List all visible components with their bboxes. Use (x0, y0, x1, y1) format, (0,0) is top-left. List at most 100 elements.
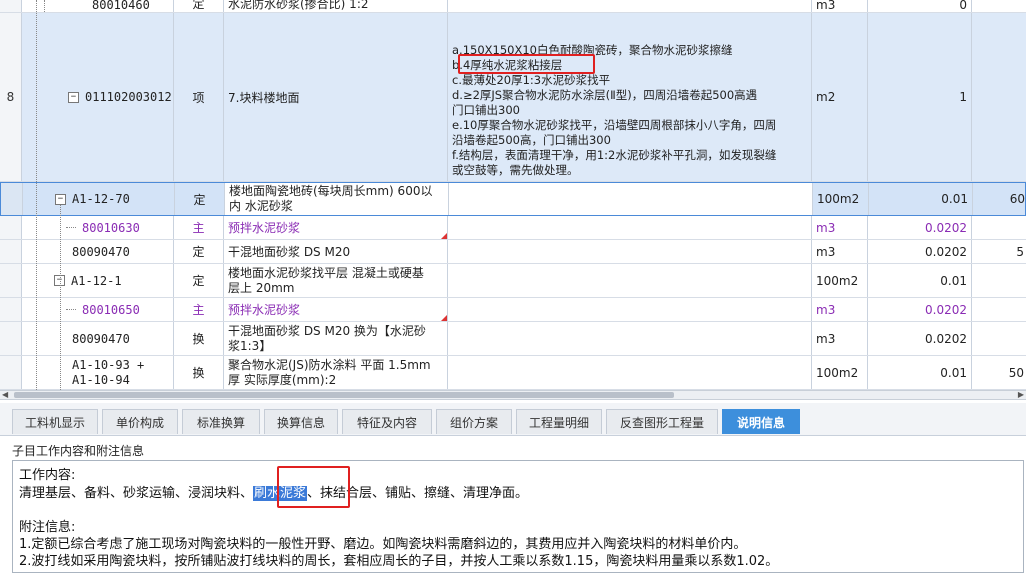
tab-features[interactable]: 特征及内容 (342, 409, 432, 434)
tab-pricing-plan[interactable]: 组价方案 (436, 409, 512, 434)
tab-unit-price[interactable]: 单价构成 (102, 409, 178, 434)
name-cell: 水泥防水砂浆(掺合比) 1:2 (224, 0, 448, 12)
panel-title: 子目工作内容和附注信息 (12, 444, 145, 458)
feature-cell[interactable] (449, 183, 813, 215)
code-cell: − 011102003012 (22, 13, 174, 181)
type-cell: 换 (174, 322, 224, 355)
tab-conversion-info[interactable]: 换算信息 (264, 409, 338, 434)
unit-cell: 100m2 (812, 264, 868, 297)
comment-marker-icon (441, 233, 447, 239)
row-number (0, 264, 22, 297)
table-row-selected[interactable]: − A1-12-70 定 楼地面陶瓷地砖(每块周长mm) 600以内 水泥砂浆 … (0, 182, 1026, 216)
price-cell: 60 (1009, 192, 1025, 206)
feature-cell: a.150X150X10白色耐酸陶瓷砖，聚合物水泥砂浆擦缝 b.4厚纯水泥浆粘接… (448, 13, 812, 181)
row-number (0, 0, 22, 12)
row-number (1, 183, 23, 215)
unit-cell: m3 (812, 322, 868, 355)
table-row[interactable]: A1-10-93 + A1-10-94 换 聚合物水泥(JS)防水涂料 平面 1.… (0, 356, 1026, 390)
tab-description[interactable]: 说明信息 (722, 409, 800, 434)
quota-grid[interactable]: 80010460 定 水泥防水砂浆(掺合比) 1:2 m3 0 8 − 0111… (0, 0, 1026, 390)
price-cell (972, 298, 1026, 321)
tree-guide-line (60, 205, 61, 390)
unit-cell: m2 (812, 13, 868, 181)
note-line: 2.波打线如采用陶瓷块料，按所铺贴波打线块料的周长，套相应周长的子目，并按人工乘… (19, 554, 779, 569)
quantity-cell: 0.0202 (868, 322, 972, 355)
scroll-left-icon[interactable]: ◀ (2, 390, 8, 399)
scrollbar-thumb[interactable] (14, 392, 674, 398)
feature-line: 或空鼓等，需先做处理。 (452, 163, 579, 177)
quantity-cell: 0.0202 (868, 216, 972, 239)
feature-line: 门口铺出300 (452, 103, 520, 117)
scroll-right-icon[interactable]: ▶ (1018, 390, 1024, 399)
comment-marker-icon (441, 315, 447, 321)
feature-cell (448, 322, 812, 355)
table-row[interactable]: − A1-12-1 定 楼地面水泥砂浆找平层 混凝土或硬基 层上 20mm 100… (0, 264, 1026, 298)
quantity-cell: 0.01 (868, 356, 972, 389)
row-number: 8 (0, 13, 22, 181)
tab-standard-conversion[interactable]: 标准换算 (182, 409, 260, 434)
price-cell (972, 216, 1026, 239)
horizontal-scrollbar[interactable]: ◀ ▶ (0, 390, 1026, 400)
quantity-cell: 0.01 (868, 264, 972, 297)
name-cell: 楼地面陶瓷地砖(每块周长mm) 600以内 水泥砂浆 (225, 183, 449, 215)
feature-cell (448, 216, 812, 239)
work-heading: 工作内容: (19, 468, 76, 483)
collapse-toggle-icon[interactable]: − (55, 193, 66, 205)
table-row[interactable]: 80010460 定 水泥防水砂浆(掺合比) 1:2 m3 0 (0, 0, 1026, 13)
feature-cell (448, 356, 812, 389)
unit-cell: 100m2 (813, 183, 869, 215)
price-cell: 50 (1008, 365, 1024, 380)
code-cell: 80090470 (22, 322, 174, 355)
table-row[interactable]: 80090470 换 干混地面砂浆 DS M20 换为【水泥砂 浆1:3】 m3 … (0, 322, 1026, 356)
name-cell: 干混地面砂浆 DS M20 (224, 240, 448, 263)
row-number (0, 240, 22, 263)
type-cell: 定 (174, 240, 224, 263)
table-row[interactable]: 80090470 定 干混地面砂浆 DS M20 m3 0.0202 5 (0, 240, 1026, 264)
type-cell: 主 (174, 298, 224, 321)
tree-guide-line (44, 0, 45, 12)
unit-cell: m3 (812, 298, 868, 321)
description-textarea[interactable]: 工作内容: 清理基层、备料、砂浆运输、浸润块料、刷水泥浆、抹结合层、铺贴、擦缝、… (12, 460, 1024, 573)
row-number (0, 356, 22, 389)
row-number (0, 216, 22, 239)
feature-cell (448, 240, 812, 263)
table-row-item-8[interactable]: 8 − 011102003012 项 7.块料楼地面 a.150X150X10白… (0, 13, 1026, 182)
quantity-cell: 0.0202 (868, 240, 972, 263)
annotation-highlight-box (277, 466, 350, 508)
tab-quantity-detail[interactable]: 工程量明细 (516, 409, 602, 434)
type-cell: 换 (174, 356, 224, 389)
name-cell: 干混地面砂浆 DS M20 换为【水泥砂 浆1:3】 (224, 322, 448, 355)
bottom-tab-bar: 工料机显示 单价构成 标准换算 换算信息 特征及内容 组价方案 工程量明细 反查… (0, 403, 1026, 436)
table-row[interactable]: 80010650 主 预拌水泥砂浆 m3 0.0202 (0, 298, 1026, 322)
tree-connector (66, 309, 76, 310)
type-cell: 主 (174, 216, 224, 239)
price-cell (972, 322, 1026, 355)
feature-line: e.10厚聚合物水泥砂浆找平，沿墙壁四周根部抹小八字角，四周 (452, 118, 777, 132)
tab-labor-material[interactable]: 工料机显示 (12, 409, 98, 434)
name-cell: 预拌水泥砂浆 (224, 298, 448, 321)
unit-cell: 100m2 (812, 356, 868, 389)
price-cell: 5 (1016, 244, 1024, 259)
row-number (0, 298, 22, 321)
feature-line: c.最薄处20厚1:3水泥砂浆找平 (452, 73, 611, 87)
quantity-cell: 0.01 (869, 183, 973, 215)
price-cell (972, 264, 1026, 297)
feature-line: f.结构层，表面清理干净，用1:2水泥砂浆补平孔洞，如发现裂缝 (452, 148, 777, 162)
price-cell (972, 13, 1026, 181)
feature-cell (448, 264, 812, 297)
quantity-cell: 0 (868, 0, 972, 12)
collapse-toggle-icon[interactable]: − (68, 91, 79, 103)
tree-connector (66, 227, 76, 228)
annotation-highlight-box (458, 54, 595, 74)
tab-reverse-lookup[interactable]: 反查图形工程量 (606, 409, 718, 434)
name-cell: 预拌水泥砂浆 (224, 216, 448, 239)
unit-cell: m3 (812, 0, 868, 12)
name-cell: 聚合物水泥(JS)防水涂料 平面 1.5mm 厚 实际厚度(mm):2 (224, 356, 448, 389)
type-cell: 项 (174, 13, 224, 181)
code-cell: 80010650 (22, 298, 174, 321)
table-row[interactable]: 80010630 主 预拌水泥砂浆 m3 0.0202 (0, 216, 1026, 240)
work-content-line: 清理基层、备料、砂浆运输、浸润块料、刷水泥浆、抹结合层、铺贴、擦缝、清理净面。 (19, 486, 529, 501)
row-number (0, 322, 22, 355)
code-cell: 80090470 (22, 240, 174, 263)
price-cell (972, 0, 1026, 12)
